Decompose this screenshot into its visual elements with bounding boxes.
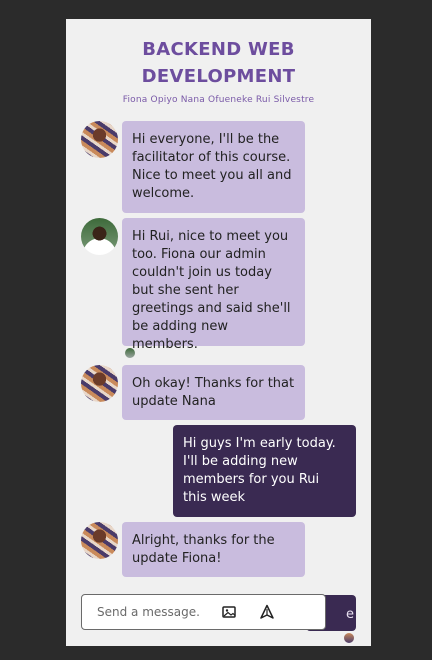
chat-title-line-2: DEVELOPMENT <box>141 66 296 87</box>
message-bubble: Alright, thanks for the update Fiona! <box>122 522 305 577</box>
read-receipt-avatar <box>344 633 354 643</box>
avatar[interactable] <box>81 365 118 402</box>
message-text: Oh okay! Thanks for that update Nana <box>132 376 295 409</box>
message-text: Alright, thanks for the update Fiona! <box>132 533 275 566</box>
avatar[interactable] <box>81 218 118 255</box>
chat-title-line-1: BACKEND WEB <box>142 39 295 60</box>
read-receipt-avatar <box>125 348 135 358</box>
chat-title: BACKEND WEB DEVELOPMENT <box>66 36 371 90</box>
image-icon[interactable] <box>220 603 238 621</box>
message-bubble: Hi everyone, I'll be the facilitator of … <box>122 121 305 213</box>
message-text: Hi everyone, I'll be the facilitator of … <box>132 132 292 201</box>
message-bubble: Hi Rui, nice to meet you too. Fiona our … <box>122 218 305 352</box>
message-bubble: Oh okay! Thanks for that update Nana <box>122 365 305 420</box>
message-text: Hi guys I'm early today. I'll be adding … <box>183 436 336 505</box>
send-icon[interactable] <box>258 603 276 621</box>
message-text: e <box>346 607 354 622</box>
chat-panel: BACKEND WEB DEVELOPMENT Fiona Opiyo Nana… <box>66 19 371 646</box>
avatar[interactable] <box>81 522 118 559</box>
message-composer <box>81 594 326 630</box>
message-text: Hi Rui, nice to meet you too. Fiona our … <box>132 229 291 352</box>
message-bubble-outgoing: Hi guys I'm early today. I'll be adding … <box>173 425 356 517</box>
avatar[interactable] <box>81 121 118 158</box>
members-list: Fiona Opiyo Nana Ofueneke Rui Silvestre <box>122 95 315 105</box>
message-input[interactable] <box>97 603 217 621</box>
